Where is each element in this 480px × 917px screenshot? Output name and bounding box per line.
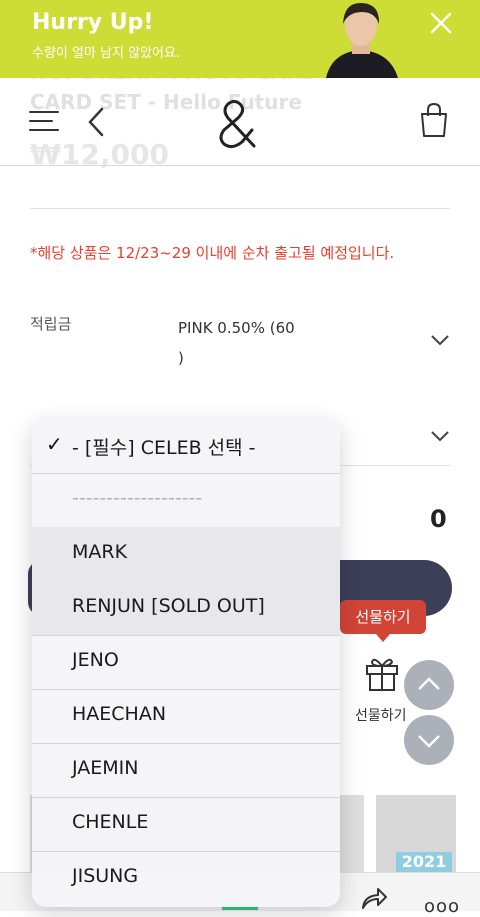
gift-icon[interactable] (362, 652, 402, 696)
celeb-select-dropdown[interactable]: ✓ - [필수] CELEB 선택 - ------------------- … (32, 419, 340, 907)
dropdown-option-renjun[interactable]: RENJUN [SOLD OUT] (32, 581, 340, 636)
total-price: 0 (430, 505, 447, 533)
banner-subtitle: 수량이 얼마 남지 않았어요. (32, 46, 181, 61)
section-divider (30, 208, 450, 209)
product-price: ₩12,000 (30, 138, 169, 171)
chevron-down-icon[interactable] (430, 332, 450, 351)
scroll-down-button[interactable] (404, 715, 454, 765)
dropdown-option-jeno[interactable]: JENO (32, 635, 340, 690)
dropdown-option-separator: ------------------- (32, 473, 340, 528)
mileage-value: PINK 0.50% (60) (178, 319, 295, 367)
shipping-notice: *해당 상품은 12/23~29 이내에 순차 출고될 예정입니다. (30, 244, 395, 262)
shopping-bag-icon[interactable] (418, 102, 450, 142)
more-icon[interactable]: ooo (424, 896, 460, 917)
promo-banner: Hurry Up! 수량이 얼마 남지 않았어요. (0, 0, 480, 78)
header-divider (0, 165, 480, 166)
close-icon[interactable] (428, 10, 454, 36)
gift-label[interactable]: 선물하기 (355, 705, 407, 725)
dropdown-option-selected[interactable]: ✓ - [필수] CELEB 선택 - (32, 419, 340, 474)
gift-tooltip: 선물하기 (340, 600, 426, 642)
banner-title: Hurry Up! (32, 10, 154, 35)
scroll-up-button[interactable] (404, 660, 454, 710)
mileage-label: 적립금 (30, 315, 72, 333)
ampersand-logo-icon[interactable] (214, 98, 264, 154)
back-icon[interactable] (86, 106, 106, 142)
dropdown-option-chenle[interactable]: CHENLE (32, 797, 340, 852)
banner-celeb-photo (318, 0, 404, 78)
checkmark-icon: ✓ (46, 432, 63, 456)
dropdown-option-jisung[interactable]: JISUNG (32, 851, 340, 905)
dropdown-option-mark[interactable]: MARK (32, 527, 340, 582)
menu-icon[interactable] (28, 108, 60, 138)
dropdown-option-jaemin[interactable]: JAEMIN (32, 743, 340, 798)
chevron-down-icon[interactable] (430, 428, 450, 447)
dropdown-option-haechan[interactable]: HAECHAN (32, 689, 340, 744)
